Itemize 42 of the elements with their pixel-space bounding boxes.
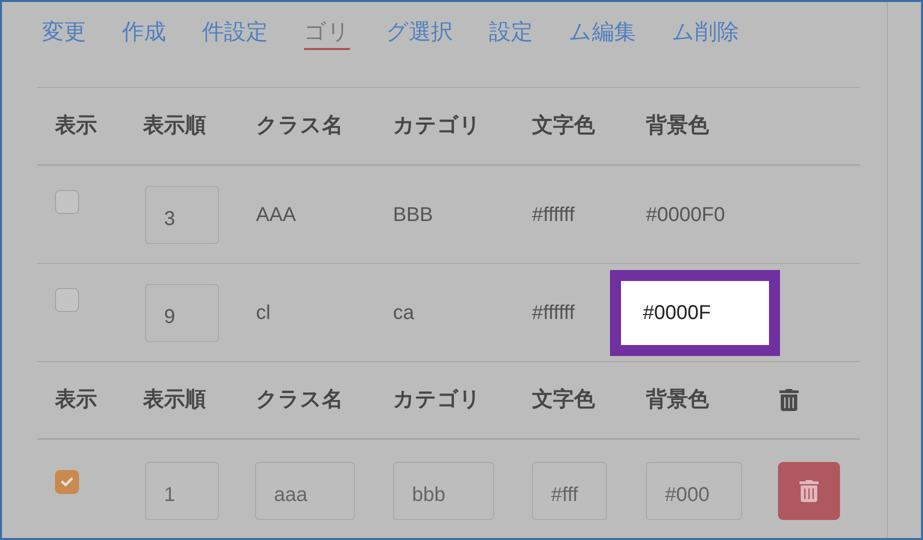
order-field[interactable]: 3 <box>145 186 219 244</box>
table-cell-text: BBB <box>393 202 434 228</box>
table-cell-text: AAA <box>256 202 298 228</box>
table-cell-text: #0000F0 <box>646 202 726 228</box>
column-header: 背景色 <box>646 387 710 414</box>
tab[interactable]: 件設定 <box>202 14 268 50</box>
order-field[interactable]: 9 <box>145 284 219 342</box>
column-header: カテゴリ <box>393 113 482 140</box>
column-header: クラス名 <box>256 387 344 414</box>
order-field[interactable]: 1 <box>145 462 219 520</box>
trash-icon <box>798 480 820 502</box>
text-color-field[interactable]: #fff <box>532 462 607 520</box>
delete-button[interactable] <box>778 462 840 520</box>
tab[interactable]: ゴリ <box>304 14 350 50</box>
column-header: 表示順 <box>143 387 207 414</box>
checkbox[interactable] <box>55 288 79 312</box>
check-icon <box>61 476 73 488</box>
trash-icon <box>778 389 800 411</box>
column-header: 表示 <box>55 387 98 414</box>
table-cell-text: ca <box>393 300 416 326</box>
column-header: 表示 <box>55 113 98 140</box>
tab[interactable]: ム編集 <box>569 14 636 50</box>
category-field[interactable]: bbb <box>393 462 494 520</box>
tab[interactable]: 作成 <box>122 14 166 50</box>
tab[interactable]: ム削除 <box>672 14 739 50</box>
column-header: 表示順 <box>143 113 207 140</box>
tab[interactable]: 設定 <box>489 14 533 50</box>
table-cell-text: cl <box>256 300 272 326</box>
class-name-field[interactable]: aaa <box>255 462 355 520</box>
tab[interactable]: グ選択 <box>386 14 453 50</box>
column-header: 文字色 <box>532 112 596 140</box>
tab[interactable]: 変更 <box>42 14 86 50</box>
column-header: 文字色 <box>532 386 596 414</box>
table-cell-text: #ffffff <box>532 300 576 326</box>
checkbox[interactable] <box>55 190 79 214</box>
color-input[interactable]: #0000F <box>621 280 769 344</box>
column-header: カテゴリ <box>393 387 482 414</box>
checkbox[interactable] <box>55 470 79 494</box>
table-cell-text: #ffffff <box>532 202 576 228</box>
bg-color-field[interactable]: #000 <box>646 462 742 520</box>
column-header: 背景色 <box>646 113 710 140</box>
column-header: クラス名 <box>256 113 344 140</box>
